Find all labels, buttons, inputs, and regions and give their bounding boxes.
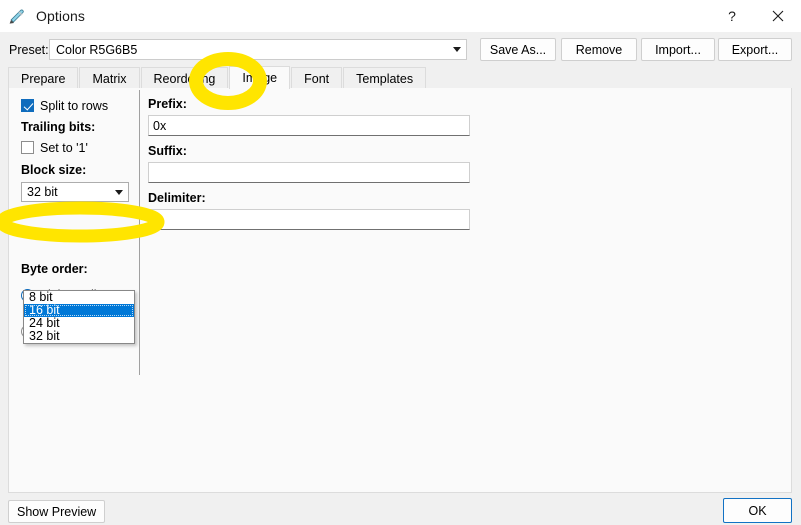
suffix-input[interactable] (148, 162, 470, 183)
tab-templates[interactable]: Templates (343, 67, 427, 89)
tab-strip: Prepare Matrix Reordering Image Font Tem… (8, 66, 792, 90)
right-options-column: Prefix: Suffix: Delimiter: (148, 88, 478, 230)
window-titlebar: Options ? (0, 0, 801, 32)
delimiter-label: Delimiter: (148, 191, 206, 205)
image-tab-panel: Split to rows Trailing bits: Set to '1' … (8, 88, 792, 493)
block-size-dropdown-list[interactable]: 8 bit 16 bit 24 bit 32 bit (23, 290, 135, 344)
block-size-combobox[interactable]: 32 bit (21, 182, 129, 202)
remove-button[interactable]: Remove (561, 38, 637, 61)
tab-prepare[interactable]: Prepare (8, 67, 79, 89)
checkbox-checked-icon (21, 99, 34, 112)
close-icon (772, 10, 784, 22)
export-button[interactable]: Export... (718, 38, 792, 61)
delimiter-input[interactable] (148, 209, 470, 230)
options-dialog-body: Preset: Color R5G6B5 Save As... Remove I… (0, 32, 801, 525)
dialog-footer: Show Preview OK (0, 494, 801, 525)
suffix-label: Suffix: (148, 144, 187, 158)
split-to-rows-label: Split to rows (40, 98, 109, 113)
chevron-down-icon (448, 40, 466, 59)
tab-reordering[interactable]: Reordering (140, 67, 229, 89)
block-size-label: Block size: (21, 163, 87, 177)
question-mark-icon: ? (728, 8, 736, 24)
trailing-bits-label: Trailing bits: (21, 120, 96, 134)
window-title: Options (36, 8, 85, 24)
set-to-one-checkbox[interactable]: Set to '1' (21, 139, 139, 156)
byte-order-label: Byte order: (21, 262, 88, 276)
preset-row: Preset: Color R5G6B5 Save As... Remove I… (0, 37, 801, 65)
preset-combobox[interactable]: Color R5G6B5 (49, 39, 467, 60)
tab-image[interactable]: Image (229, 66, 291, 89)
set-to-one-label: Set to '1' (40, 140, 88, 155)
tab-font[interactable]: Font (291, 67, 343, 89)
preset-label: Preset: (9, 43, 49, 57)
window-controls: ? (709, 0, 801, 32)
checkbox-unchecked-icon (21, 141, 34, 154)
close-button[interactable] (755, 0, 801, 32)
split-to-rows-checkbox[interactable]: Split to rows (21, 97, 139, 114)
import-button[interactable]: Import... (641, 38, 715, 61)
ok-button[interactable]: OK (723, 498, 792, 523)
brush-icon (9, 9, 24, 24)
help-button[interactable]: ? (709, 0, 755, 32)
preset-combobox-value: Color R5G6B5 (56, 42, 138, 57)
prefix-input[interactable] (148, 115, 470, 136)
save-as-button[interactable]: Save As... (480, 38, 556, 61)
block-size-combobox-value: 32 bit (27, 185, 58, 199)
dropdown-item-32bit[interactable]: 32 bit (24, 330, 134, 343)
panel-divider (139, 90, 140, 375)
prefix-label: Prefix: (148, 97, 187, 111)
tab-matrix[interactable]: Matrix (79, 67, 140, 89)
chevron-down-icon (110, 183, 128, 202)
show-preview-button[interactable]: Show Preview (8, 500, 106, 523)
